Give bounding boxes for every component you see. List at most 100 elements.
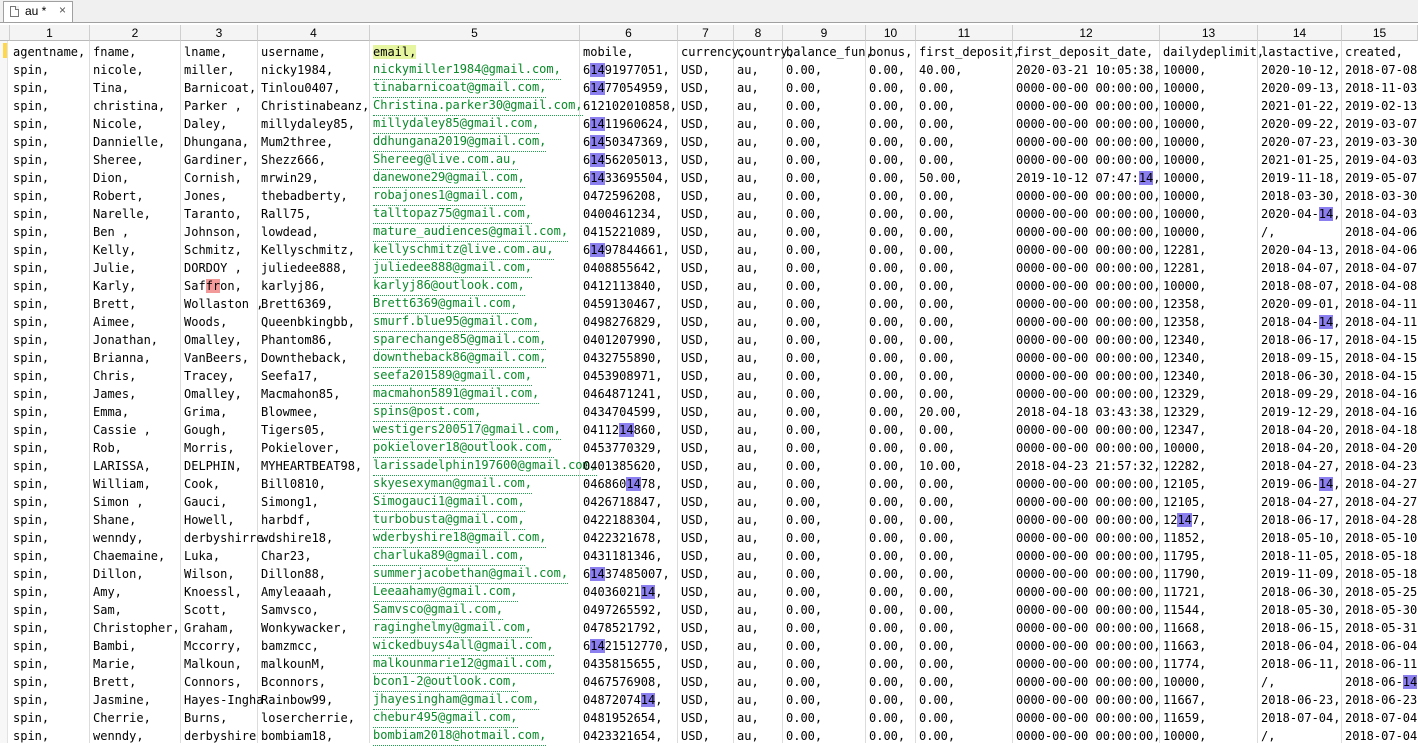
table-cell[interactable]: 0.00, — [786, 151, 822, 169]
table-cell[interactable]: 0.00, — [919, 313, 955, 331]
header-cell[interactable]: fname, — [93, 43, 136, 61]
table-cell[interactable]: 2020-07-23, — [1261, 133, 1340, 151]
table-cell[interactable]: USD, — [681, 169, 710, 187]
email-link[interactable]: millydaley85@gmail.com, — [373, 115, 540, 134]
table-cell[interactable]: 0.00, — [869, 529, 905, 547]
email-link[interactable]: bcon1-2@outlook.com, — [373, 673, 518, 692]
table-cell[interactable]: /, — [1261, 727, 1275, 745]
table-cell[interactable]: Parker , — [184, 97, 242, 115]
table-cell[interactable]: 2018-04-16 — [1345, 385, 1417, 403]
table-cell[interactable]: Brett, — [93, 295, 136, 313]
table-cell[interactable]: 0.00, — [919, 547, 955, 565]
table-cell[interactable]: 10000, — [1163, 151, 1206, 169]
table-cell[interactable]: 0.00, — [786, 205, 822, 223]
table-cell[interactable]: derbyshirre — [184, 529, 263, 547]
table-cell[interactable]: 0.00, — [919, 115, 955, 133]
table-cell[interactable]: 2018-04-20, — [1261, 421, 1340, 439]
email-link[interactable]: Samvsco@gmail.com, — [373, 601, 504, 620]
table-cell[interactable]: Sam, — [93, 601, 122, 619]
table-cell[interactable]: 11659, — [1163, 709, 1206, 727]
table-cell-with-match[interactable]: 61450347369, — [583, 133, 670, 151]
table-cell[interactable]: 0.00, — [919, 97, 955, 115]
table-cell-with-match[interactable]: 61421512770, — [583, 637, 670, 655]
table-cell[interactable]: 0.00, — [919, 439, 955, 457]
table-cell[interactable]: 0.00, — [786, 241, 822, 259]
table-cell[interactable]: 0.00, — [786, 349, 822, 367]
table-cell[interactable]: 2018-06-23 — [1345, 691, 1417, 709]
table-cell[interactable]: Emma, — [93, 403, 129, 421]
table-cell[interactable]: 0.00, — [869, 313, 905, 331]
table-cell[interactable]: au, — [737, 97, 759, 115]
table-cell[interactable]: 0.00, — [869, 691, 905, 709]
table-cell[interactable]: Pokielover, — [261, 439, 340, 457]
table-cell[interactable]: au, — [737, 313, 759, 331]
table-cell[interactable]: 2018-04-15 — [1345, 331, 1417, 349]
table-cell[interactable]: 0.00, — [919, 709, 955, 727]
table-cell[interactable]: Rob, — [93, 439, 122, 457]
table-cell[interactable]: spin, — [13, 493, 49, 511]
table-cell[interactable]: Hayes-Ingha — [184, 691, 263, 709]
table-cell[interactable]: 12358, — [1163, 313, 1206, 331]
table-cell[interactable]: 2018-04-27, — [1261, 493, 1340, 511]
column-number-11[interactable]: 11 — [916, 25, 1013, 41]
table-cell-with-match[interactable]: 61411960624, — [583, 115, 670, 133]
table-cell[interactable]: au, — [737, 403, 759, 421]
table-cell[interactable]: 0.00, — [869, 277, 905, 295]
table-cell[interactable]: 2018-04-03 — [1345, 205, 1417, 223]
table-cell[interactable]: Tinlou0407, — [261, 79, 340, 97]
table-cell[interactable]: USD, — [681, 709, 710, 727]
table-cell[interactable]: spin, — [13, 583, 49, 601]
table-cell[interactable]: au, — [737, 673, 759, 691]
table-cell[interactable]: 0.00, — [786, 421, 822, 439]
table-cell[interactable]: USD, — [681, 583, 710, 601]
table-cell[interactable]: 0.00, — [919, 241, 955, 259]
table-cell[interactable]: 10000, — [1163, 169, 1206, 187]
email-link[interactable]: kellyschmitz@live.com.au, — [373, 241, 554, 260]
table-cell[interactable]: Bambi, — [93, 637, 136, 655]
table-cell[interactable]: 2018-05-10 — [1345, 529, 1417, 547]
table-cell[interactable]: au, — [737, 133, 759, 151]
email-link[interactable]: smurf.blue95@gmail.com, — [373, 313, 540, 332]
table-cell[interactable]: 50.00, — [919, 169, 962, 187]
table-cell[interactable]: Samvsco, — [261, 601, 319, 619]
table-cell[interactable]: au, — [737, 367, 759, 385]
table-cell[interactable]: DELPHIN, — [184, 457, 242, 475]
table-cell[interactable]: au, — [737, 475, 759, 493]
table-cell[interactable]: Marie, — [93, 655, 136, 673]
table-cell[interactable]: spin, — [13, 637, 49, 655]
table-cell[interactable]: Dillon88, — [261, 565, 326, 583]
table-cell[interactable]: Cassie , — [93, 421, 151, 439]
table-cell[interactable]: 11663, — [1163, 637, 1206, 655]
table-cell[interactable]: 2018-11-05, — [1261, 547, 1340, 565]
table-cell[interactable]: au, — [737, 169, 759, 187]
table-cell[interactable]: 0.00, — [869, 565, 905, 583]
table-cell[interactable]: 0.00, — [786, 313, 822, 331]
table-cell[interactable]: 12340, — [1163, 331, 1206, 349]
table-cell[interactable]: 12358, — [1163, 295, 1206, 313]
header-cell[interactable]: bonus, — [869, 43, 912, 61]
email-link[interactable]: jhayesingham@gmail.com, — [373, 691, 540, 710]
table-cell[interactable]: 0.00, — [786, 79, 822, 97]
table-cell[interactable]: 0.00, — [919, 493, 955, 511]
email-link[interactable]: Shereeg@live.com.au, — [373, 151, 518, 170]
table-cell[interactable]: 0.00, — [869, 115, 905, 133]
table-cell[interactable]: 2018-04-11 — [1345, 295, 1417, 313]
table-cell[interactable]: 0.00, — [869, 709, 905, 727]
table-cell[interactable]: 2018-04-11 — [1345, 313, 1417, 331]
table-cell[interactable]: bombiam18, — [261, 727, 333, 745]
table-cell[interactable]: 0.00, — [786, 277, 822, 295]
table-cell[interactable]: 0.00, — [786, 97, 822, 115]
table-cell[interactable]: /, — [1261, 673, 1275, 691]
table-cell[interactable]: thebadberty, — [261, 187, 348, 205]
table-cell[interactable]: USD, — [681, 349, 710, 367]
table-cell[interactable]: 0.00, — [919, 673, 955, 691]
table-cell[interactable]: 2018-04-27 — [1345, 493, 1417, 511]
table-cell[interactable]: 0.00, — [786, 709, 822, 727]
table-cell[interactable]: Chaemaine, — [93, 547, 165, 565]
email-link[interactable]: westigers200517@gmail.com, — [373, 421, 561, 440]
table-cell[interactable]: 0000-00-00 00:00:00, — [1016, 583, 1161, 601]
table-cell[interactable]: 0459130467, — [583, 295, 662, 313]
table-cell[interactable]: 0.00, — [919, 349, 955, 367]
table-cell[interactable]: 0426718847, — [583, 493, 662, 511]
table-cell[interactable]: USD, — [681, 691, 710, 709]
